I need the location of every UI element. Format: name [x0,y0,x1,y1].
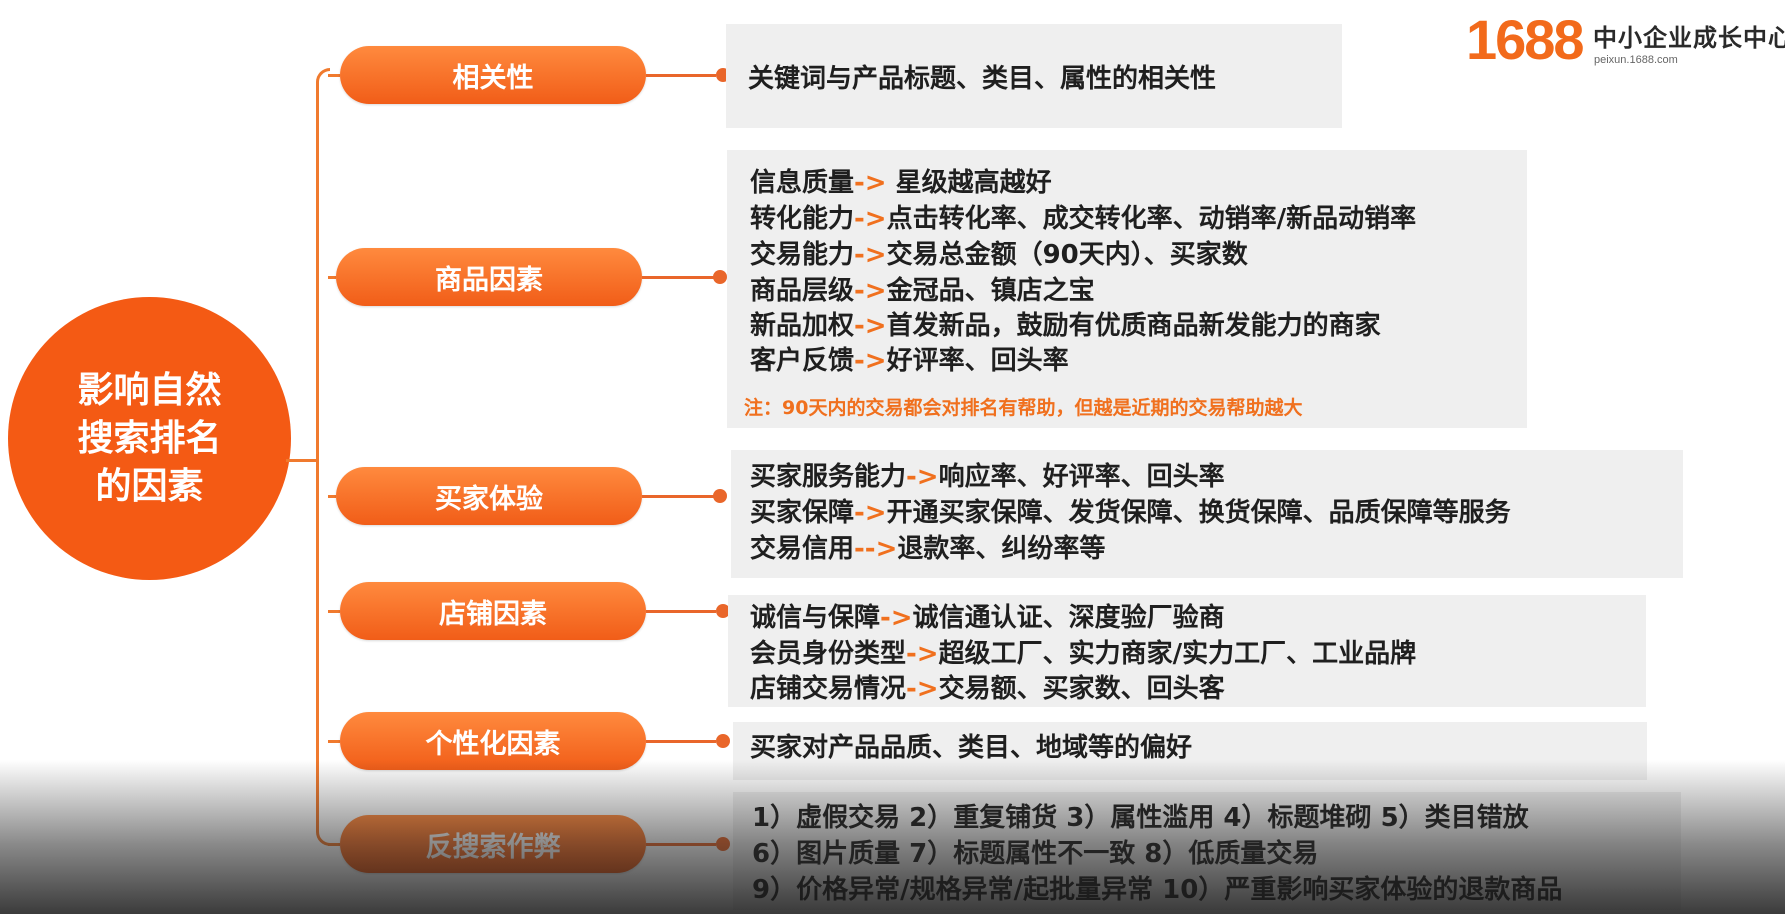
detail-line: 转化能力->点击转化率、成交转化率、动销率/新品动销率 [750,204,1417,234]
branch-product-factors: 商品因素 [336,248,642,306]
detail-line: 商品层级->金冠品、镇店之宝 [750,276,1095,306]
branch-link [646,740,716,743]
detail-line: 1）虚假交易 2）重复铺货 3）属性滥用 4）标题堆砌 5）类目错放 [752,803,1529,833]
root-label: 影响自然搜索排名的因素 [77,369,222,507]
branch-link [646,74,716,77]
branch-tick [328,276,336,279]
detail-line: 买家服务能力->响应率、好评率、回头率 [750,462,1225,492]
branch-tick [328,610,340,613]
detail-line: 诚信与保障->诚信通认证、深度验厂验商 [750,603,1225,633]
root-node: 影响自然搜索排名的因素 [8,297,291,580]
root-connector [286,459,318,462]
detail-line: 会员身份类型->超级工厂、实力商家/实力工厂、工业品牌 [750,639,1417,669]
branch-dot [713,270,727,284]
branch-label: 商品因素 [435,264,543,296]
detail-line: 信息质量-> 星级越高越好 [750,168,1052,198]
branch-link [646,843,716,846]
branch-dot [716,734,730,748]
detail-line: 买家对产品品质、类目、地域等的偏好 [750,733,1193,763]
branch-store-factors: 店铺因素 [340,582,646,640]
branch-link [642,276,716,279]
branch-tick [328,74,340,77]
branch-link [646,610,716,613]
branch-label: 买家体验 [435,483,543,515]
detail-line: 店铺交易情况->交易额、买家数、回头客 [750,674,1225,704]
detail-line: 9）价格异常/规格异常/起批量异常 10）严重影响买家体验的退款商品 [752,875,1563,905]
branch-tick [328,740,340,743]
detail-line: 6）图片质量 7）标题属性不一致 8）低质量交易 [752,839,1319,869]
branch-label: 个性化因素 [425,728,561,760]
detail-line: 新品加权->首发新品，鼓励有优质商品新发能力的商家 [750,311,1381,341]
logo-title: 中小企业成长中心 [1593,24,1785,52]
branch-tick [328,843,340,846]
detail-line: 交易能力->交易总金额（90天内）、买家数 [750,240,1248,270]
branch-dot [713,489,727,503]
branch-link [642,495,716,498]
branch-dot [716,837,730,851]
branch-label: 店铺因素 [439,598,547,630]
branch-label: 反搜索作弊 [425,831,561,863]
branch-anti-cheating: 反搜索作弊 [340,815,646,873]
branch-relevance: 相关性 [340,46,646,104]
detail-line: 交易信用-->退款率、纠纷率等 [750,534,1106,564]
detail-note: 注：90天内的交易都会对排名有帮助，但越是近期的交易帮助越大 [744,397,1303,419]
detail-line: 关键词与产品标题、类目、属性的相关性 [748,64,1217,94]
branch-buyer-experience: 买家体验 [336,467,642,525]
detail-line: 客户反馈->好评率、回头率 [750,346,1069,376]
branch-label: 相关性 [452,62,534,94]
logo-number: 1688 [1466,8,1585,71]
detail-line: 买家保障->开通买家保障、发货保障、换货保障、品质保障等服务 [750,498,1511,528]
branch-tick [328,495,336,498]
branch-personalization: 个性化因素 [340,712,646,770]
logo-url: peixun.1688.com [1594,54,1678,66]
tree-connector [316,68,330,846]
